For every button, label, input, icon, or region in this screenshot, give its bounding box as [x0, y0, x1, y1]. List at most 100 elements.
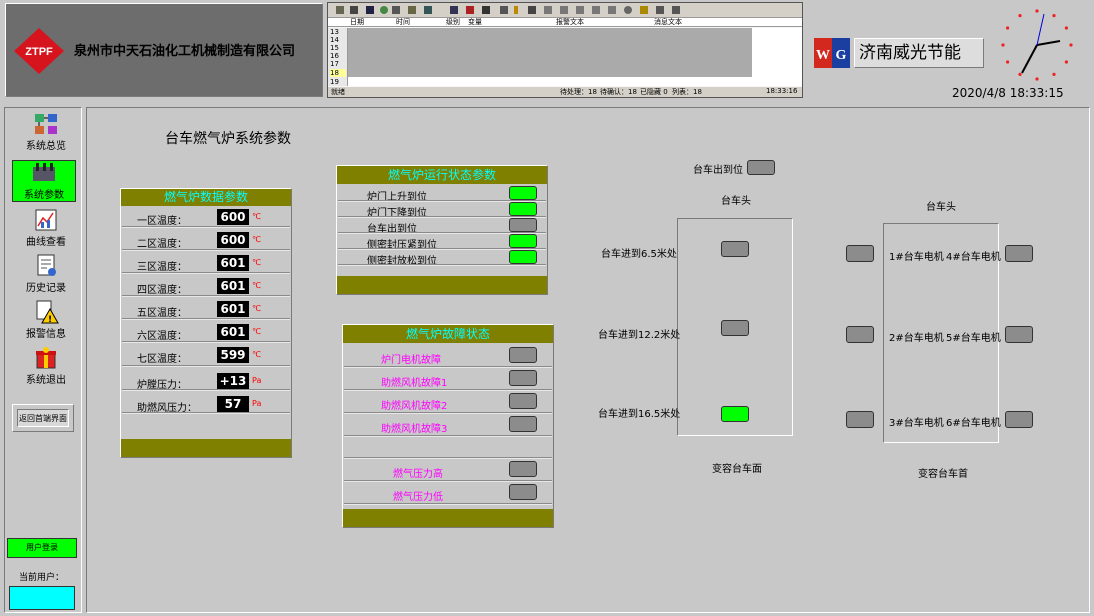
row-divider [122, 413, 290, 414]
data-row-value: 600 [217, 209, 249, 225]
data-row-label: 二区温度： [137, 239, 187, 250]
data-row-label: 三区温度： [137, 262, 187, 273]
row-num: 19 [330, 78, 339, 86]
row-divider [122, 227, 290, 228]
data-row-unit: ℃ [252, 212, 261, 221]
toolbar-icons[interactable] [328, 3, 708, 17]
network-icon [35, 114, 57, 134]
data-row-label: 五区温度： [137, 308, 187, 319]
col-level: 级别 [446, 18, 460, 26]
current-user-field [9, 586, 75, 610]
row-num: 15 [330, 44, 339, 52]
fault-row-label: 燃气压力低 [393, 492, 443, 503]
sidebar-item-history[interactable]: 历史记录 [15, 254, 77, 294]
status-lamp [509, 202, 537, 216]
status-time: 18:33:16 [766, 87, 798, 95]
fault-row-label: 助燃风机故障2 [381, 401, 448, 412]
row-divider [344, 390, 552, 391]
cart-pos-label: 台车进到16.5米处 [598, 409, 681, 420]
row-divider [344, 367, 552, 368]
row-num: 14 [330, 36, 339, 44]
data-row-label: 六区温度： [137, 331, 187, 342]
cart-pos-lamp [721, 241, 749, 257]
count-list: 列表：18 [672, 88, 702, 96]
cart-exit-lamp [747, 160, 775, 175]
fault-panel: 燃气炉故障状态 炉门电机故障 助燃风机故障1 助燃风机故障2 助燃风机故障3 燃… [342, 324, 554, 528]
exit-gift-icon [36, 347, 56, 369]
header-logo-panel: ZTPF 泉州市中天石油化工机械制造有限公司 [5, 3, 323, 97]
col-alarm-text: 报警文本 [556, 18, 584, 26]
sidebar-item-params[interactable]: 系统参数 [12, 160, 76, 202]
sidebar-item-overview[interactable]: 系统总览 [15, 112, 77, 152]
row-divider [122, 390, 290, 391]
data-row-value: 57 [217, 396, 249, 412]
count-hidden: 已隐藏 0 [640, 88, 668, 96]
count-confirmed: 待确认：18 [600, 88, 637, 96]
svg-text:G: G [836, 48, 847, 63]
row-divider [122, 296, 290, 297]
col-msg-text: 消息文本 [654, 18, 682, 26]
motor-label-left: 3#台车电机 [889, 418, 944, 429]
row-divider [122, 319, 290, 320]
row-divider [344, 458, 552, 459]
data-row-value: 601 [217, 324, 249, 340]
fault-lamp [509, 416, 537, 432]
warning-icon: ! [36, 300, 59, 324]
chart-icon [35, 209, 57, 231]
row-divider [344, 481, 552, 482]
status-text: 就绪 [331, 88, 345, 96]
partner-logo: W G 济南威光节能 [814, 36, 986, 70]
data-row-unit: Pa [252, 399, 262, 408]
motor-lamp-left [846, 411, 874, 428]
row-num: 16 [330, 52, 339, 60]
login-button[interactable]: 用户登录 [7, 538, 77, 558]
row-divider [122, 273, 290, 274]
sidebar-item-exit[interactable]: 系统退出 [15, 346, 77, 386]
row-num: 17 [330, 60, 339, 68]
fault-row-label: 助燃风机故障3 [381, 424, 448, 435]
cart-pos-lamp [721, 406, 749, 422]
sidebar-item-alarms[interactable]: ! 报警信息 [15, 300, 77, 340]
back-to-home-label: 返回首端界面 [17, 409, 69, 427]
back-to-home-button[interactable]: 返回首端界面 [12, 404, 74, 432]
col-date: 日期 [350, 18, 364, 26]
data-row-unit: ℃ [252, 235, 261, 244]
alarm-rows[interactable]: 13 14 15 16 17 18 19 [328, 28, 802, 86]
data-row-label: 一区温度： [137, 216, 187, 227]
status-lamp [509, 186, 537, 200]
data-row-label: 四区温度： [137, 285, 187, 296]
data-panel-title: 燃气炉数据参数 [121, 189, 291, 206]
row-divider [344, 436, 552, 437]
sidebar-item-curves[interactable]: 曲线查看 [15, 208, 77, 248]
status-lamp [509, 250, 537, 264]
control-panel-icon [33, 163, 55, 181]
data-row-unit: ℃ [252, 258, 261, 267]
fault-lamp [509, 370, 537, 386]
cart-pos-label: 台车进到6.5米处 [601, 249, 677, 260]
alarm-status-bar: 就绪 待处理：18 待确认：18 已隐藏 0 列表：18 18:33:16 [328, 87, 802, 97]
row-num: 13 [330, 28, 339, 36]
data-panel: 燃气炉数据参数 一区温度： 600 ℃ 二区温度： 600 ℃ 三区温度： 60… [120, 188, 292, 458]
row-divider [122, 366, 290, 367]
sidebar-item-label: 报警信息 [26, 329, 66, 340]
svg-text:W: W [816, 48, 830, 63]
cart-pos-lamp [721, 320, 749, 336]
cart-exit-label: 台车出到位 [693, 165, 743, 176]
fault-row-label: 燃气压力高 [393, 469, 443, 480]
col-var: 变量 [468, 18, 482, 26]
motor-label-right: 6#台车电机 [946, 418, 1001, 429]
status-lamp [509, 218, 537, 232]
data-row-value: 601 [217, 301, 249, 317]
status-panel-footer [337, 276, 547, 294]
status-panel: 燃气炉运行状态参数 炉门上升到位 炉门下降到位 台车出到位 侧密封压紧到位 侧密… [336, 165, 548, 295]
data-row-label: 七区温度： [137, 354, 187, 365]
document-icon [37, 254, 56, 276]
fault-panel-footer [343, 509, 553, 527]
wg-logo-icon: W G [814, 38, 850, 68]
data-row-unit: ℃ [252, 327, 261, 336]
logo-text: ZTPF [25, 46, 53, 58]
fault-lamp [509, 347, 537, 363]
fault-row-label: 炉门电机故障 [381, 355, 441, 366]
datetime-display: 2020/4/8 18:33:15 [952, 86, 1064, 100]
alarm-grid[interactable]: 日期 时间 级别 变量 报警文本 消息文本 13 14 15 16 17 18 … [327, 2, 803, 98]
